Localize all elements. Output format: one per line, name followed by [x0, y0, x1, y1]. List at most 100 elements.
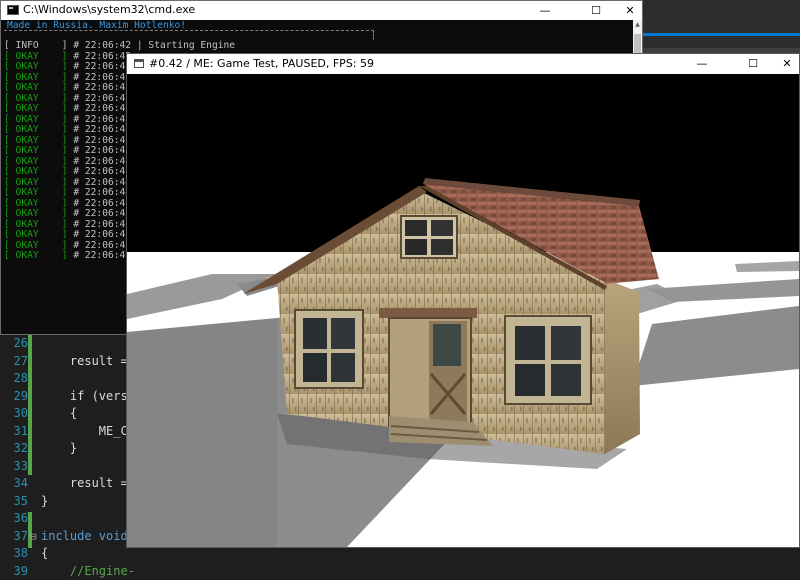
log-time: # 22:06:44: [73, 177, 131, 188]
log-time: # 22:06:45: [73, 208, 131, 219]
code-text[interactable]: include void: [41, 528, 128, 546]
log-status: [ OKAY ]: [4, 114, 68, 125]
log-time: # 22:06:45: [73, 198, 131, 209]
log-time: # 22:06:43: [73, 114, 131, 125]
log-time: # 22:06:43: [73, 82, 131, 93]
log-time: # 22:06:45: [73, 240, 131, 251]
log-status: [ INFO ]: [4, 40, 68, 51]
code-line[interactable]: 34 result =: [0, 475, 125, 493]
log-status: [ OKAY ]: [4, 198, 68, 209]
log-status: [ OKAY ]: [4, 61, 68, 72]
line-number: 36: [0, 510, 28, 528]
log-status: [ OKAY ]: [4, 51, 68, 62]
log-time: # 22:06:42: [73, 61, 131, 72]
log-time: # 22:06:43: [73, 145, 131, 156]
line-number: 31: [0, 423, 28, 441]
log-status: [ OKAY ]: [4, 82, 68, 93]
code-line[interactable]: 31 ME_Co: [0, 423, 125, 441]
code-line[interactable]: 33: [0, 458, 125, 476]
code-line[interactable]: 32 }: [0, 440, 125, 458]
line-number: 37: [0, 528, 28, 546]
code-line[interactable]: 26: [0, 335, 125, 353]
console-title: C:\Windows\system32\cmd.exe: [23, 3, 195, 16]
log-status: [ OKAY ]: [4, 93, 68, 104]
maximize-button[interactable]: ☐: [736, 54, 770, 73]
code-text[interactable]: result =: [41, 475, 128, 493]
code-line[interactable]: 39 //Engine-: [0, 563, 125, 580]
line-number: 34: [0, 475, 28, 493]
log-message: | Starting Engine: [137, 40, 235, 51]
minimize-button[interactable]: —: [528, 1, 562, 20]
log-status: [ OKAY ]: [4, 156, 68, 167]
code-text[interactable]: if (versi: [41, 388, 135, 406]
close-button[interactable]: ✕: [613, 1, 647, 20]
log-time: # 22:06:42: [73, 40, 131, 51]
code-line[interactable]: 37⊟include void: [0, 528, 125, 546]
code-text[interactable]: }: [41, 440, 77, 458]
log-time: # 22:06:43: [73, 72, 131, 83]
log-time: # 22:06:43: [73, 135, 131, 146]
game-titlebar[interactable]: #0.42 / ME: Game Test, PAUSED, FPS: 59 —…: [127, 54, 799, 74]
log-time: # 22:06:45: [73, 219, 131, 230]
log-status: [ OKAY ]: [4, 177, 68, 188]
log-time: # 22:06:42: [73, 51, 131, 62]
line-number: 30: [0, 405, 28, 423]
log-status: [ OKAY ]: [4, 103, 68, 114]
log-time: # 22:06:44: [73, 187, 131, 198]
ground-tile: [127, 318, 277, 547]
line-number: 32: [0, 440, 28, 458]
door-lintel: [379, 308, 477, 318]
line-number: 26: [0, 335, 28, 353]
console-divider: [4, 30, 374, 31]
console-divider: [373, 30, 374, 40]
editor-active-tab-indicator: [643, 33, 800, 36]
log-status: [ OKAY ]: [4, 145, 68, 156]
line-number: 33: [0, 458, 28, 476]
log-status: [ OKAY ]: [4, 250, 68, 261]
log-time: # 22:06:43: [73, 93, 131, 104]
console-app-icon: [7, 5, 19, 15]
code-text[interactable]: {: [41, 405, 77, 423]
code-text[interactable]: }: [41, 493, 48, 511]
line-number: 35: [0, 493, 28, 511]
minimize-button[interactable]: —: [685, 54, 719, 73]
code-line[interactable]: 30 {: [0, 405, 125, 423]
code-text[interactable]: //Engine-: [41, 563, 135, 580]
log-status: [ OKAY ]: [4, 219, 68, 230]
log-time: # 22:06:45: [73, 229, 131, 240]
log-time: # 22:06:43: [73, 103, 131, 114]
code-line[interactable]: 27 result =: [0, 353, 125, 371]
line-number: 29: [0, 388, 28, 406]
game-title: #0.42 / ME: Game Test, PAUSED, FPS: 59: [149, 57, 374, 70]
code-text[interactable]: ME_Co: [41, 423, 135, 441]
code-line[interactable]: 36: [0, 510, 125, 528]
log-status: [ OKAY ]: [4, 187, 68, 198]
code-line[interactable]: 28: [0, 370, 125, 388]
log-time: # 22:06:43: [73, 124, 131, 135]
maximize-button[interactable]: ☐: [579, 1, 613, 20]
log-status: [ OKAY ]: [4, 240, 68, 251]
console-titlebar[interactable]: C:\Windows\system32\cmd.exe — ☐ ✕: [1, 1, 642, 20]
line-number: 28: [0, 370, 28, 388]
game-window: #0.42 / ME: Game Test, PAUSED, FPS: 59 —…: [126, 53, 800, 548]
scroll-up-icon[interactable]: ▲: [633, 20, 642, 30]
game-app-icon: [134, 59, 144, 68]
editor-tab-strip: [643, 0, 800, 55]
collapse-icon[interactable]: ⊟: [30, 528, 37, 546]
close-button[interactable]: ✕: [770, 54, 800, 73]
log-status: [ OKAY ]: [4, 72, 68, 83]
log-status: [ OKAY ]: [4, 208, 68, 219]
log-time: # 22:06:43: [73, 166, 131, 177]
game-viewport[interactable]: [127, 74, 799, 547]
line-number: 27: [0, 353, 28, 371]
code-text[interactable]: result =: [41, 353, 128, 371]
log-status: [ OKAY ]: [4, 124, 68, 135]
log-status: [ OKAY ]: [4, 229, 68, 240]
line-number: 39: [0, 563, 28, 580]
log-status: [ OKAY ]: [4, 166, 68, 177]
house-side-wall: [605, 279, 640, 454]
log-time: # 22:06:47: [73, 250, 131, 261]
code-line[interactable]: 35}: [0, 493, 125, 511]
code-line[interactable]: 29 if (versi: [0, 388, 125, 406]
console-log-line: [ OKAY ] # 22:06:47: [4, 251, 137, 262]
